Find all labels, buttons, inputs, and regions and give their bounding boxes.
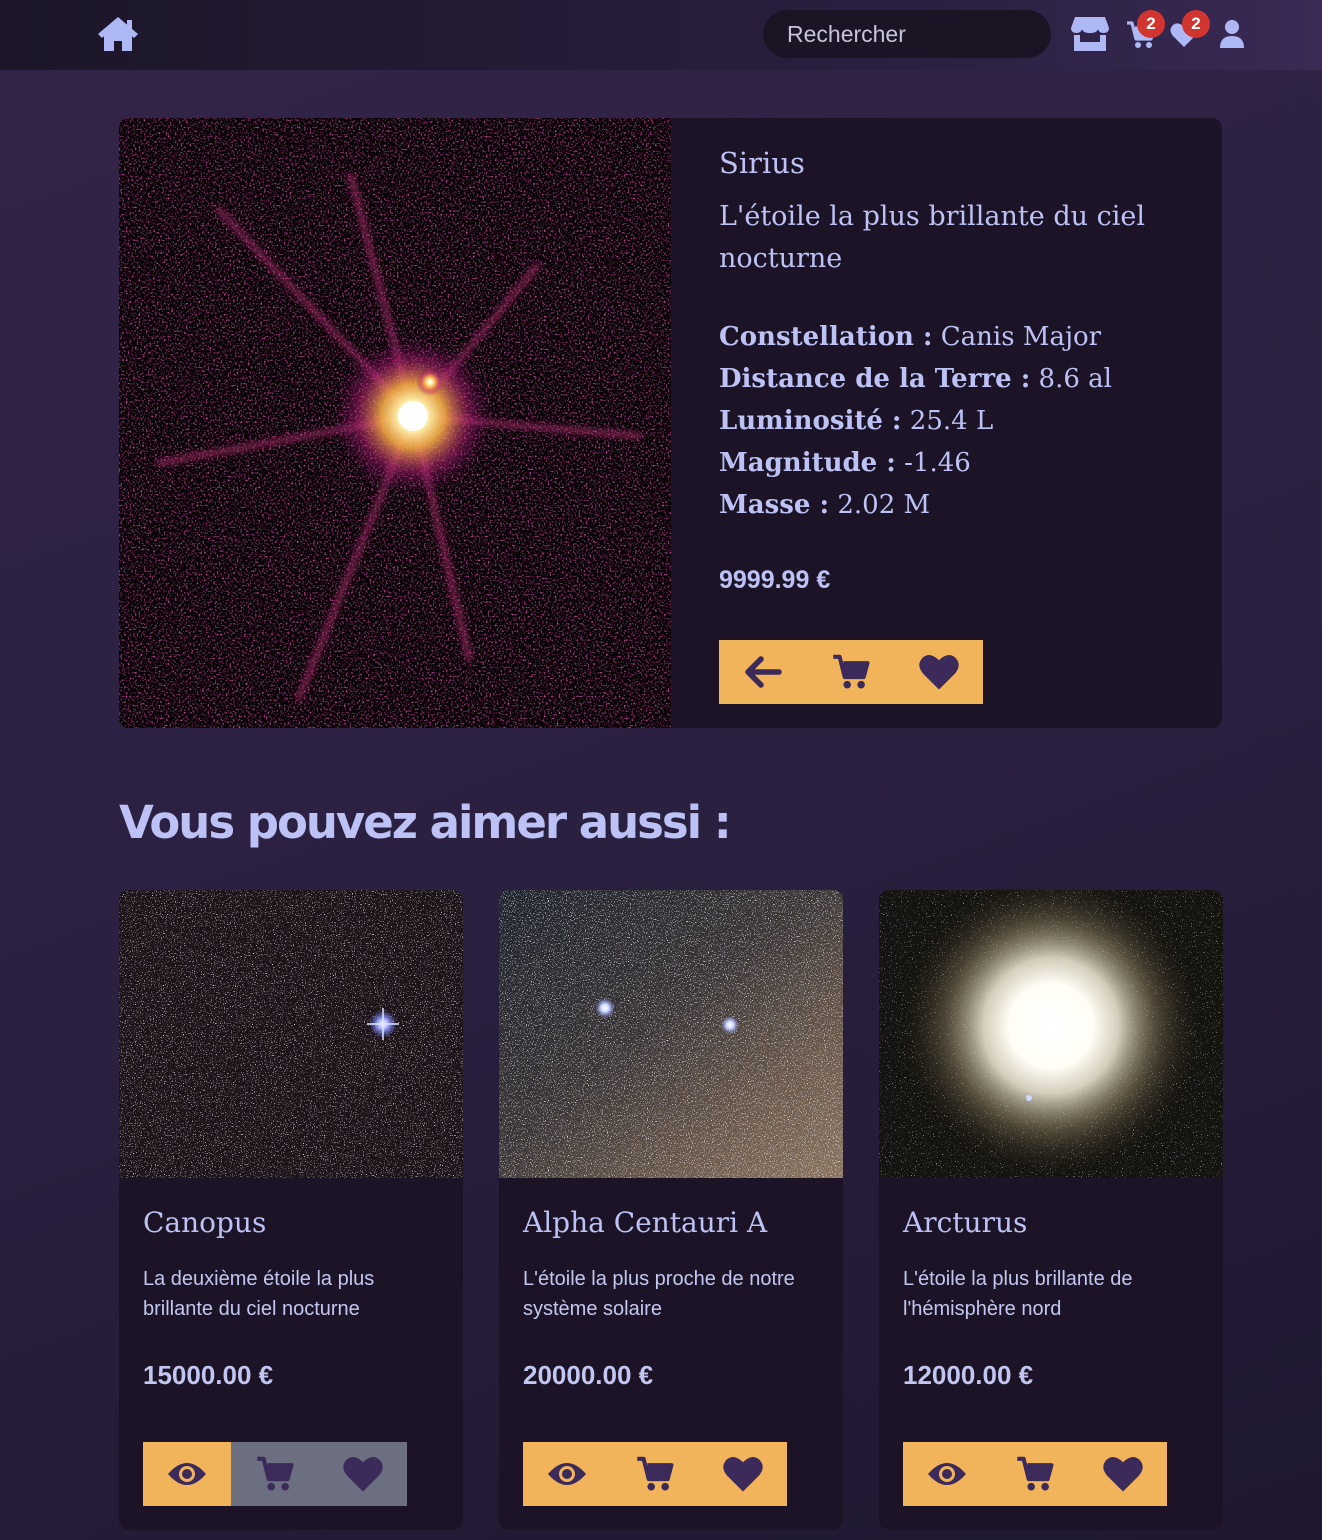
- add-to-wishlist-button[interactable]: [699, 1442, 787, 1506]
- view-button[interactable]: [143, 1442, 231, 1506]
- add-to-cart-button[interactable]: [611, 1442, 699, 1506]
- card-action-bar: [523, 1442, 787, 1506]
- user-icon: [1220, 20, 1244, 48]
- card-name: Arcturus: [903, 1206, 1028, 1239]
- card-action-bar: [903, 1442, 1167, 1506]
- add-to-cart-button[interactable]: [991, 1442, 1079, 1506]
- eye-icon: [168, 1463, 206, 1485]
- wishlist-count-badge: 2: [1182, 10, 1210, 38]
- add-to-cart-button[interactable]: [231, 1442, 319, 1506]
- spec-magnitude: Magnitude : -1.46: [719, 448, 971, 478]
- card-name: Alpha Centauri A: [523, 1206, 768, 1239]
- spec-constellation: Constellation : Canis Major: [719, 322, 1102, 352]
- heart-icon: [723, 1457, 763, 1492]
- product-image: [119, 118, 671, 728]
- product-description: L'étoile la plus brillante du ciel noctu…: [719, 201, 1145, 274]
- card-description: L'étoile la plus proche de notre système…: [523, 1268, 795, 1320]
- home-icon: [98, 17, 138, 51]
- cart-icon: [637, 1456, 674, 1491]
- cart-count-badge: 2: [1137, 10, 1165, 38]
- card-name: Canopus: [143, 1206, 267, 1239]
- card-price: 12000.00 €: [903, 1360, 1034, 1390]
- eye-icon: [548, 1463, 586, 1485]
- user-button[interactable]: [1219, 19, 1245, 49]
- cart-icon: [257, 1456, 294, 1491]
- product-name: Sirius: [719, 146, 805, 180]
- heart-icon: [919, 655, 959, 690]
- back-button[interactable]: [719, 640, 807, 704]
- spec-luminosity: Luminosité : 25.4 L: [719, 406, 994, 436]
- card-description: L'étoile la plus brillante de l'hémisphè…: [903, 1268, 1133, 1320]
- product-detail-card: Sirius L'étoile la plus brillante du cie…: [119, 118, 1222, 728]
- add-to-wishlist-button[interactable]: [319, 1442, 407, 1506]
- spec-mass: Masse : 2.02 M: [719, 490, 931, 520]
- card-image: [119, 890, 463, 1178]
- add-to-wishlist-button[interactable]: [1079, 1442, 1167, 1506]
- cart-icon: [833, 654, 870, 689]
- product-card-canopus: Canopus La deuxième étoile la plus brill…: [119, 890, 463, 1530]
- product-action-bar: [719, 640, 983, 704]
- card-description: La deuxième étoile la plus brillante du …: [143, 1268, 375, 1320]
- view-button[interactable]: [903, 1442, 991, 1506]
- card-price: 15000.00 €: [143, 1360, 274, 1390]
- search-input[interactable]: [763, 10, 1051, 58]
- add-to-wishlist-button[interactable]: [895, 640, 983, 704]
- card-image: [499, 890, 843, 1178]
- product-specs: Constellation : Canis Major Distance de …: [719, 316, 1112, 526]
- heart-icon: [1103, 1457, 1143, 1492]
- card-action-bar: [143, 1442, 407, 1506]
- cart-icon: [1017, 1456, 1054, 1491]
- home-button[interactable]: [96, 14, 140, 54]
- add-to-cart-button[interactable]: [807, 640, 895, 704]
- spec-distance: Distance de la Terre : 8.6 al: [719, 364, 1112, 394]
- product-card-arcturus: Arcturus L'étoile la plus brillante de l…: [879, 890, 1223, 1530]
- product-price: 9999.99 €: [719, 566, 831, 594]
- view-button[interactable]: [523, 1442, 611, 1506]
- related-section-title: Vous pouvez aimer aussi :: [119, 796, 732, 849]
- card-image: [879, 890, 1223, 1178]
- navbar: 2 2: [0, 0, 1322, 70]
- heart-icon: [343, 1457, 383, 1492]
- store-button[interactable]: [1070, 15, 1110, 53]
- back-arrow-icon: [745, 656, 782, 688]
- product-card-alpha-centauri-a: Alpha Centauri A L'étoile la plus proche…: [499, 890, 843, 1530]
- store-icon: [1071, 17, 1109, 51]
- card-price: 20000.00 €: [523, 1360, 654, 1390]
- eye-icon: [928, 1463, 966, 1485]
